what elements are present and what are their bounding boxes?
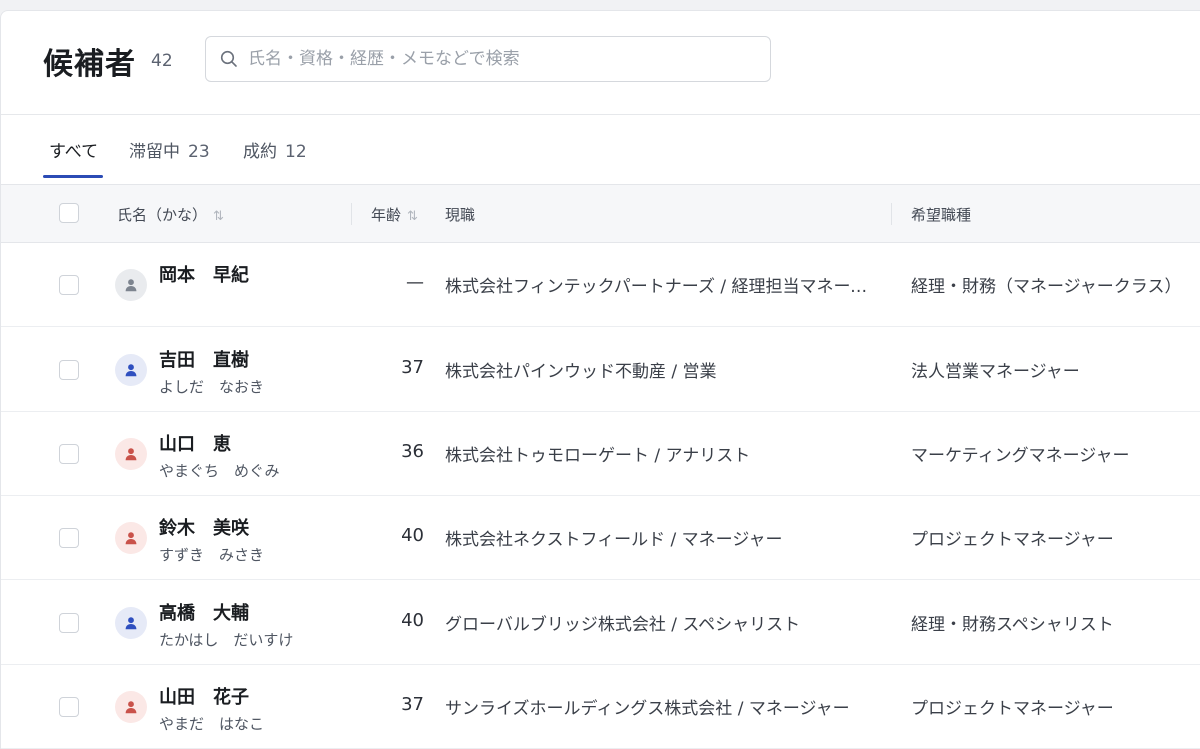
candidate-name[interactable]: 岡本 早紀 <box>159 261 249 287</box>
desired-job: 法人営業マネージャー <box>911 362 1080 382</box>
row-checkbox[interactable] <box>59 697 79 717</box>
tab-label: 成約 <box>243 142 277 162</box>
desired-job: 経理・財務（マネージャークラス） <box>911 277 1182 297</box>
candidate-kana: やまだ はなこ <box>159 715 265 733</box>
candidate-name[interactable]: 山口 恵 <box>159 430 231 456</box>
table-row[interactable]: 岡本 早紀 — 株式会社フィンテックパートナーズ / 経理担当マネージャー 経理… <box>1 242 1200 327</box>
column-desired-job-header: 希望職種 <box>911 204 971 225</box>
current-job: 株式会社トゥモローゲート / アナリスト <box>445 446 751 466</box>
search-box[interactable] <box>205 36 771 82</box>
current-job: 株式会社フィンテックパートナーズ / 経理担当マネージャー <box>445 277 877 297</box>
sort-icon[interactable]: ⇅ <box>407 209 418 224</box>
sort-icon[interactable]: ⇅ <box>213 209 224 224</box>
table-header: 氏名（かな） ⇅ 年齢 ⇅ 現職 希望職種 <box>1 184 1200 243</box>
row-checkbox[interactable] <box>59 275 79 295</box>
column-divider[interactable] <box>351 203 352 225</box>
candidate-age: 37 <box>401 694 424 715</box>
row-checkbox[interactable] <box>59 360 79 380</box>
row-checkbox[interactable] <box>59 444 79 464</box>
column-name-header[interactable]: 氏名（かな） ⇅ <box>117 204 224 225</box>
column-age-header[interactable]: 年齢 ⇅ <box>371 204 418 225</box>
table-row[interactable]: 山口 恵 やまぐち めぐみ 36 株式会社トゥモローゲート / アナリスト マー… <box>1 411 1200 496</box>
tab-all[interactable]: すべて <box>49 137 98 162</box>
column-label: 年齢 <box>371 206 402 224</box>
candidate-name[interactable]: 高橋 大輔 <box>159 599 249 625</box>
tab-label: 滞留中 <box>129 142 180 162</box>
avatar <box>115 691 147 723</box>
search-icon <box>220 50 237 67</box>
page-header: 候補者 42 <box>1 11 1200 115</box>
candidate-name[interactable]: 吉田 直樹 <box>159 346 249 372</box>
person-icon <box>125 364 137 377</box>
table-row[interactable]: 鈴木 美咲 すずき みさき 40 株式会社ネクストフィールド / マネージャー … <box>1 495 1200 580</box>
column-current-job-header: 現職 <box>445 204 475 225</box>
tab-stalled[interactable]: 滞留中 23 <box>129 137 210 162</box>
candidate-age: 40 <box>401 525 424 546</box>
search-input[interactable] <box>248 37 758 81</box>
candidate-age: — <box>406 272 424 293</box>
desired-job: 経理・財務スペシャリスト <box>911 615 1114 635</box>
select-all-checkbox[interactable] <box>59 203 79 223</box>
candidate-name[interactable]: 鈴木 美咲 <box>159 514 249 540</box>
active-tab-indicator <box>43 175 103 178</box>
person-icon <box>125 448 137 461</box>
person-icon <box>125 279 137 292</box>
table-row[interactable]: 山田 花子 やまだ はなこ 37 サンライズホールディングス株式会社 / マネー… <box>1 664 1200 749</box>
current-job: 株式会社ネクストフィールド / マネージャー <box>445 530 783 550</box>
avatar <box>115 269 147 301</box>
page-title: 候補者 <box>43 47 136 82</box>
desired-job: プロジェクトマネージャー <box>911 699 1114 719</box>
person-icon <box>125 617 137 630</box>
tab-count: 23 <box>188 142 210 162</box>
column-label: 希望職種 <box>911 206 972 224</box>
candidate-age: 40 <box>401 610 424 631</box>
column-divider[interactable] <box>891 203 892 225</box>
column-label: 現職 <box>445 206 476 224</box>
current-job: グローバルブリッジ株式会社 / スペシャリスト <box>445 615 801 635</box>
candidate-age: 36 <box>401 441 424 462</box>
column-label: 氏名（かな） <box>117 206 208 224</box>
tab-closed[interactable]: 成約 12 <box>243 137 307 162</box>
avatar <box>115 607 147 639</box>
avatar <box>115 354 147 386</box>
candidate-kana: たかはし だいすけ <box>159 631 294 649</box>
filter-tabs: すべて 滞留中 23 成約 12 <box>1 115 1200 183</box>
current-job: 株式会社パインウッド不動産 / 営業 <box>445 362 717 382</box>
desired-job: プロジェクトマネージャー <box>911 530 1114 550</box>
tab-label: すべて <box>49 142 99 162</box>
table-row[interactable]: 高橋 大輔 たかはし だいすけ 40 グローバルブリッジ株式会社 / スペシャリ… <box>1 580 1200 665</box>
candidate-count: 42 <box>151 51 173 71</box>
avatar <box>115 438 147 470</box>
row-checkbox[interactable] <box>59 528 79 548</box>
row-checkbox[interactable] <box>59 613 79 633</box>
table-row[interactable]: 吉田 直樹 よしだ なおき 37 株式会社パインウッド不動産 / 営業 法人営業… <box>1 327 1200 412</box>
candidate-kana: よしだ なおき <box>159 378 265 396</box>
person-icon <box>125 532 137 545</box>
candidate-age: 37 <box>401 357 424 378</box>
candidate-kana: やまぐち めぐみ <box>159 462 280 480</box>
person-icon <box>125 701 137 714</box>
tab-count: 12 <box>285 142 307 162</box>
candidate-name[interactable]: 山田 花子 <box>159 683 249 709</box>
current-job: サンライズホールディングス株式会社 / マネージャー <box>445 699 850 719</box>
candidate-kana: すずき みさき <box>159 546 265 564</box>
candidates-panel: 候補者 42 すべて 滞留中 23 成約 12 氏名（かな） ⇅ 年齢 ⇅ 現職 希望職… <box>0 10 1200 749</box>
avatar <box>115 522 147 554</box>
desired-job: マーケティングマネージャー <box>911 446 1130 466</box>
